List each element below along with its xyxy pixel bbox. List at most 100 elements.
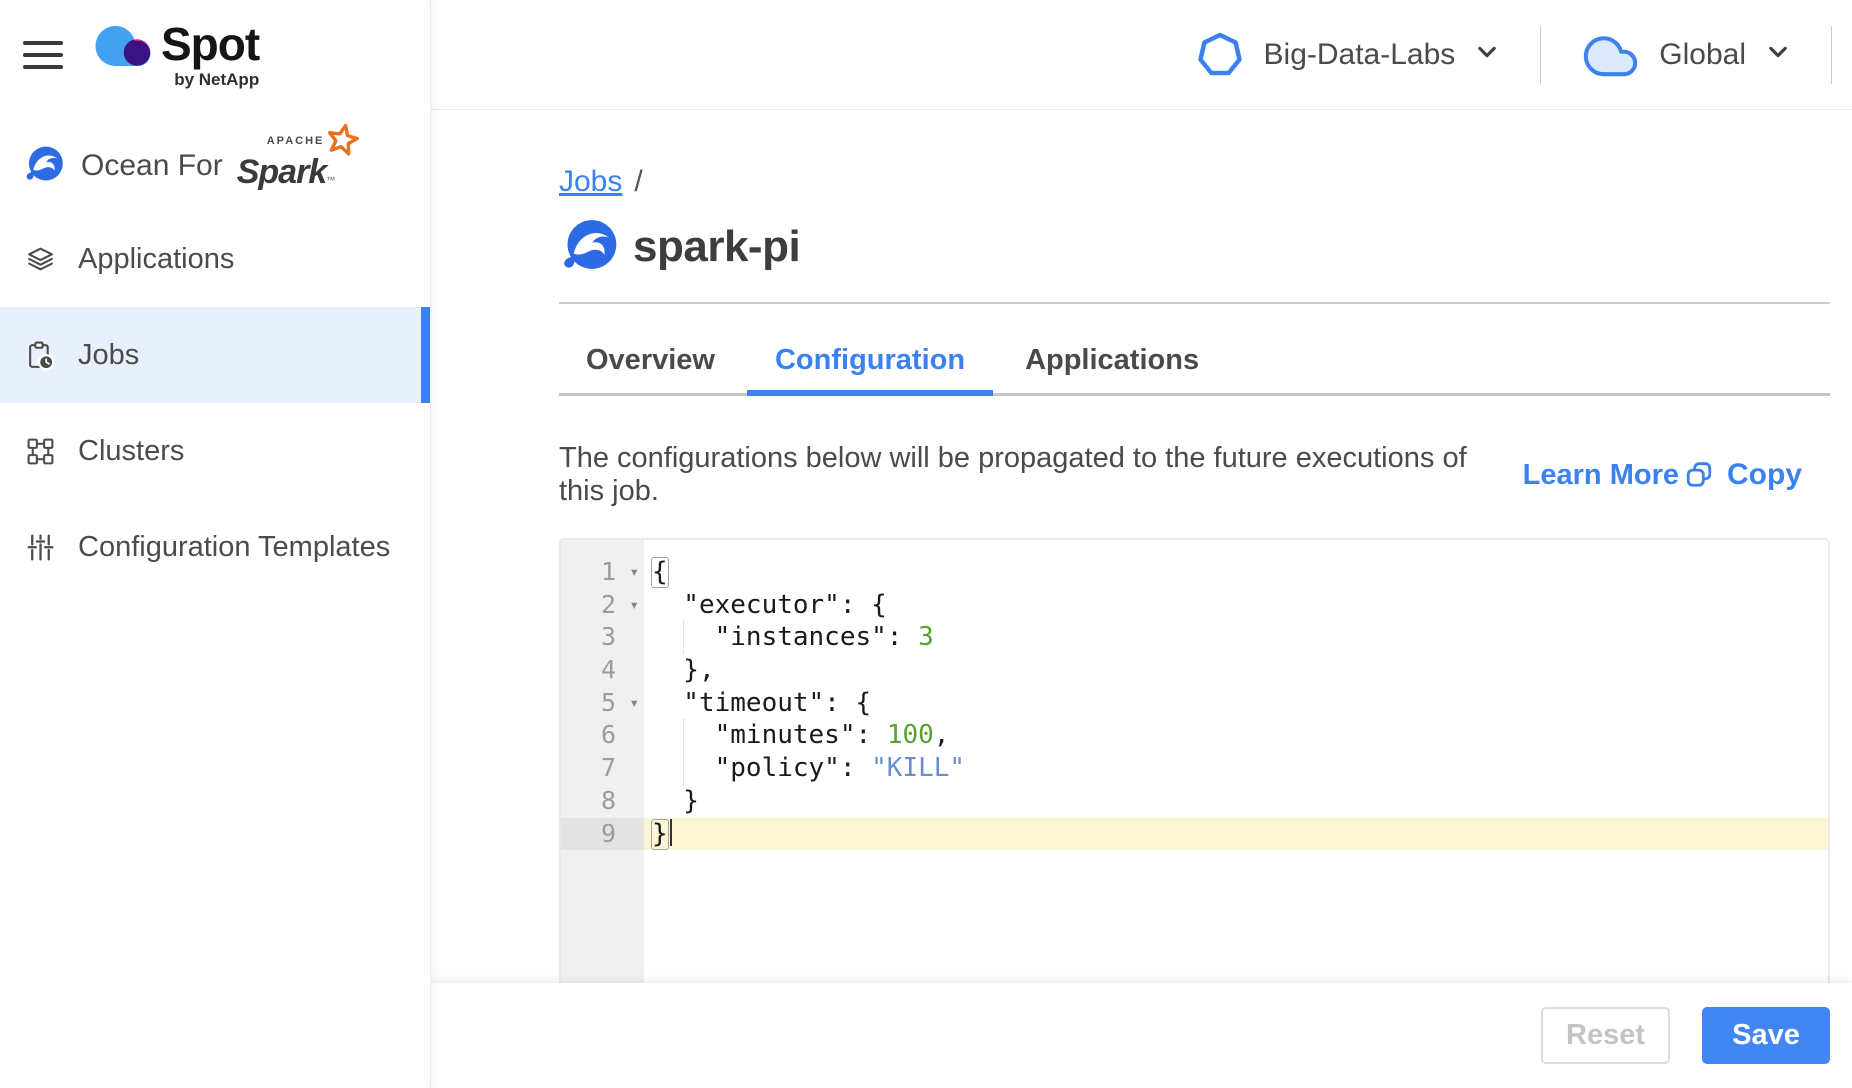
sidebar-item-jobs[interactable]: Jobs	[0, 307, 430, 403]
code-token: "KILL"	[871, 753, 965, 783]
editor-line-number: 3	[561, 621, 644, 654]
page-title: spark-pi	[633, 222, 800, 272]
code-token: {	[651, 557, 669, 588]
sidebar-item-label: Jobs	[78, 339, 139, 372]
top-header: Big-Data-Labs Global	[431, 0, 1852, 110]
code-token: 100	[887, 720, 934, 750]
code-token: "minutes":	[652, 720, 887, 750]
code-token: },	[652, 655, 715, 685]
editor-line-number: 9	[561, 818, 644, 851]
active-indicator	[421, 307, 430, 403]
product-ocean-for-spark[interactable]: Ocean For APACHE Spark™	[0, 138, 430, 194]
editor-line-number: 4	[561, 654, 644, 687]
indent-guide	[683, 719, 684, 752]
tab-configuration[interactable]: Configuration	[775, 336, 965, 396]
reset-button[interactable]: Reset	[1541, 1007, 1670, 1064]
cloud-icon	[1582, 32, 1639, 78]
indent-guide	[683, 621, 684, 654]
sidebar-item-label: Applications	[78, 243, 234, 276]
product-label: Ocean For	[81, 149, 223, 183]
spark-star-icon	[322, 119, 363, 164]
code-line-1[interactable]: {	[644, 556, 1828, 589]
spark-wordmark: Spark	[237, 153, 327, 191]
code-token: "executor": {	[652, 590, 887, 620]
spot-wordmark: Spot	[161, 21, 259, 67]
code-line-7[interactable]: "policy": "KILL"	[644, 752, 1828, 785]
editor-line-number: 8	[561, 785, 644, 818]
right-pane: Big-Data-Labs Global Jobs /	[431, 0, 1852, 1088]
breadcrumb: Jobs /	[559, 165, 1830, 199]
tab-overview[interactable]: Overview	[586, 336, 715, 396]
tabs: Overview Configuration Applications	[559, 336, 1830, 396]
sidebar-item-clusters[interactable]: Clusters	[0, 403, 430, 499]
title-row: spark-pi	[559, 217, 1830, 277]
footer-actions: Reset Save	[431, 983, 1852, 1088]
sidebar-item-applications[interactable]: Applications	[0, 211, 430, 307]
sidebar-item-label: Configuration Templates	[78, 531, 390, 564]
chevron-down-icon	[1766, 38, 1790, 72]
tab-applications[interactable]: Applications	[1025, 336, 1199, 396]
region-label: Global	[1659, 38, 1746, 72]
cluster-grid-icon	[25, 436, 56, 467]
layers-icon	[25, 244, 56, 275]
sidebar-nav: Applications Jobs Clusters Configuration Te…	[0, 211, 430, 595]
save-button[interactable]: Save	[1702, 1007, 1830, 1064]
spot-byline: by NetApp	[174, 70, 259, 90]
sidebar-item-configuration-templates[interactable]: Configuration Templates	[0, 499, 430, 595]
apache-spark-logo: APACHE Spark™	[237, 141, 336, 192]
region-switcher[interactable]: Global	[1576, 31, 1796, 79]
org-switcher[interactable]: Big-Data-Labs	[1190, 30, 1506, 80]
code-token: }	[652, 786, 699, 816]
heptagon-icon	[1196, 31, 1244, 79]
editor-line-number: 5▾	[561, 687, 644, 720]
editor-code[interactable]: { "executor": { "instances": 3 }, "timeo…	[644, 540, 1828, 983]
code-line-8[interactable]: }	[644, 785, 1828, 818]
spot-logo: Spot by NetApp	[93, 21, 259, 90]
learn-more-link[interactable]: Learn More	[1523, 459, 1679, 492]
ocean-wave-icon	[23, 145, 64, 187]
org-label: Big-Data-Labs	[1264, 38, 1456, 72]
fold-arrow-icon[interactable]: ▾	[629, 687, 639, 720]
code-token: "timeout": {	[652, 688, 871, 718]
sidebar-header: Spot by NetApp	[0, 0, 430, 110]
copy-button[interactable]: Copy	[1679, 457, 1808, 493]
main-content: Jobs / spark-pi Overview Configuration Appl…	[431, 110, 1852, 983]
code-line-2[interactable]: "executor": {	[644, 589, 1828, 622]
copy-label: Copy	[1727, 458, 1802, 492]
code-line-5[interactable]: "timeout": {	[644, 687, 1828, 720]
title-divider	[559, 302, 1830, 304]
code-token: "policy":	[652, 753, 871, 783]
fold-arrow-icon[interactable]: ▾	[629, 556, 639, 589]
editor-gutter: 1▾2▾345▾6789	[561, 540, 644, 983]
code-token: ,	[934, 720, 950, 750]
apache-label: APACHE	[267, 135, 325, 147]
editor-line-number: 6	[561, 719, 644, 752]
code-line-6[interactable]: "minutes": 100,	[644, 719, 1828, 752]
chevron-down-icon	[1475, 38, 1499, 72]
indent-guide	[683, 752, 684, 785]
breadcrumb-jobs-link[interactable]: Jobs	[559, 165, 622, 198]
fold-arrow-icon[interactable]: ▾	[629, 589, 639, 622]
editor-line-number: 1▾	[561, 556, 644, 589]
description-row: The configurations below will be propaga…	[559, 442, 1830, 508]
code-token: "instances":	[652, 622, 918, 652]
header-divider	[1540, 26, 1541, 84]
code-line-4[interactable]: },	[644, 654, 1828, 687]
hamburger-menu-icon[interactable]	[23, 33, 63, 77]
code-line-9[interactable]: }	[644, 818, 1828, 851]
clipboard-clock-icon	[25, 340, 56, 371]
spark-trademark: ™	[326, 175, 335, 185]
spot-cloud-icon	[93, 21, 153, 71]
code-token: }	[651, 819, 669, 850]
editor-line-number: 7	[561, 752, 644, 785]
sliders-icon	[25, 532, 56, 563]
config-editor[interactable]: 1▾2▾345▾6789 { "executor": { "instances"…	[559, 538, 1830, 983]
copy-icon	[1685, 461, 1713, 489]
breadcrumb-separator: /	[634, 165, 642, 198]
editor-line-number: 2▾	[561, 589, 644, 622]
sidebar: Spot by NetApp Ocean For APACHE Spark™ A…	[0, 0, 431, 1088]
job-ocean-icon	[559, 218, 618, 276]
code-line-3[interactable]: "instances": 3	[644, 621, 1828, 654]
text-cursor	[670, 819, 673, 846]
description-text: The configurations below will be propaga…	[559, 442, 1491, 508]
